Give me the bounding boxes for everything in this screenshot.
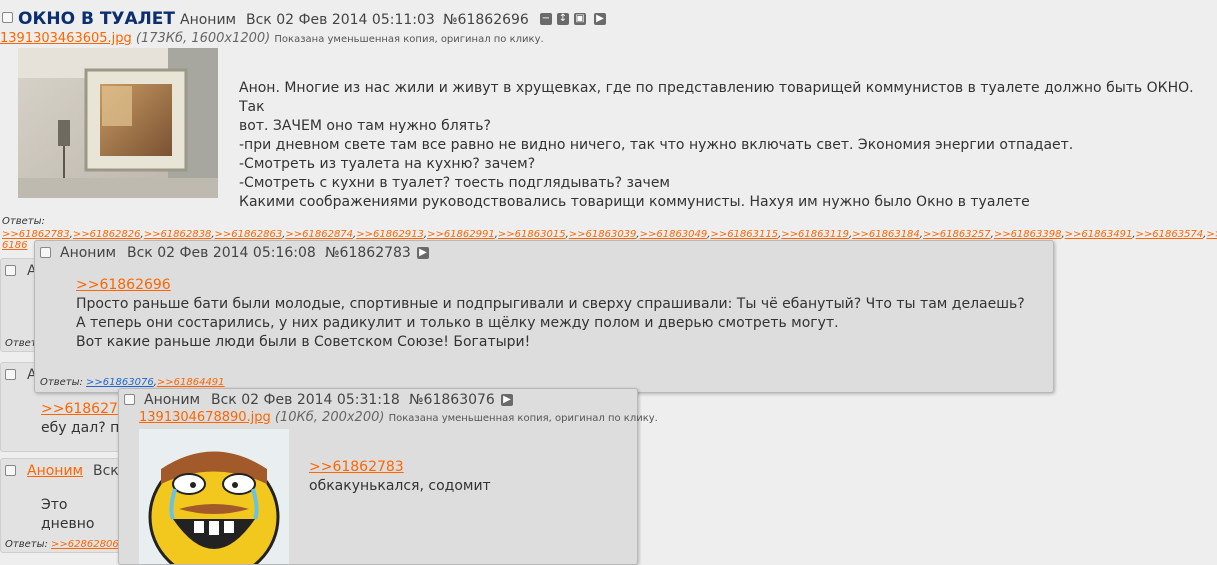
op-file-link[interactable]: 1391303463605.jpg xyxy=(0,31,132,46)
popup-date: Вск 02 Фев 2014 05:31:18 xyxy=(211,392,400,408)
reply-link[interactable]: >>61863119 xyxy=(781,229,849,240)
popup-thumb-note: Показана уменьшенная копия, оригинал по … xyxy=(388,413,658,424)
reply-link[interactable]: >>61863076 xyxy=(86,377,154,388)
post-replies: Ответы: >>62862806 xyxy=(5,539,119,550)
post-replies-label: Ответы: xyxy=(5,539,48,550)
popup-line: Просто раньше бати были молодые, спортив… xyxy=(76,296,1025,312)
popup-thumbnail[interactable] xyxy=(139,429,289,564)
quote-link[interactable]: >>618627 xyxy=(41,401,118,417)
reply-link[interactable]: >>61863049 xyxy=(640,229,708,240)
op-thumb-note: Показана уменьшенная копия, оригинал по … xyxy=(274,34,544,45)
op-line: -при дневном свете там все равно не видн… xyxy=(239,137,1074,153)
popup-replies-label: Ответы: xyxy=(40,377,83,388)
popup-post-number[interactable]: №61863076 xyxy=(409,392,495,408)
op-line: Какими соображениями руководствовались т… xyxy=(239,194,1030,210)
popup-line: Вот какие раньше люди были в Советском С… xyxy=(76,334,531,350)
popup-replies: Ответы: >>61863076,>>61864491 xyxy=(40,377,225,388)
op-replies-wrap[interactable]: 6186 xyxy=(2,240,27,251)
popup-author: Аноним xyxy=(144,392,201,408)
op-thumbnail[interactable] xyxy=(18,48,218,198)
reply-link[interactable]: >>61862838 xyxy=(144,229,212,240)
post-text: ебу дал? п xyxy=(41,420,120,436)
minus-icon[interactable]: − xyxy=(540,13,552,25)
post-replies-label: Ответ xyxy=(5,338,37,349)
popup-message: Просто раньше бати были молодые, спортив… xyxy=(76,295,1046,352)
op-line: -Смотреть из туалета на кухню? зачем? xyxy=(239,156,536,172)
reply-link[interactable]: >>62862806 xyxy=(51,539,119,550)
reply-link[interactable]: >>61863491 xyxy=(1065,229,1133,240)
reply-link[interactable]: >>61862826 xyxy=(73,229,141,240)
reply-link[interactable]: >>61863015 xyxy=(498,229,566,240)
quote-link[interactable]: >>61862783 xyxy=(309,459,404,475)
quote-link[interactable]: >>61862696 xyxy=(76,277,171,293)
post-author[interactable]: Аноним xyxy=(27,463,83,479)
popup-checkbox[interactable] xyxy=(124,394,135,405)
image-icon[interactable]: ▣ xyxy=(574,13,586,25)
play-icon[interactable]: ▶ xyxy=(501,394,513,406)
op-message: Анон. Многие из нас жили и живут в хруще… xyxy=(239,79,1214,212)
reply-link[interactable]: >>61862783 xyxy=(2,229,70,240)
post-checkbox[interactable] xyxy=(5,465,16,476)
reply-link[interactable]: >>61864491 xyxy=(157,377,225,388)
reply-link[interactable]: >>61863574 xyxy=(1136,229,1204,240)
popup-post-number[interactable]: №61862783 xyxy=(325,245,411,261)
reply-link[interactable]: >>61862913 xyxy=(356,229,424,240)
reply-popup-61863076: Аноним Вск 02 Фев 2014 05:31:18 №6186307… xyxy=(118,388,658,565)
popup-file-link[interactable]: 1391304678890.jpg xyxy=(139,410,271,425)
op-replies-label: Ответы: xyxy=(2,216,45,227)
popup-text: обкакунькался, содомит xyxy=(309,478,491,494)
popup-file-info: (10Кб, 200x200) xyxy=(274,410,385,425)
post-text: Это дневно xyxy=(41,497,95,532)
play-icon[interactable]: ▶ xyxy=(594,13,606,25)
op-line: Анон. Многие из нас жили и живут в хруще… xyxy=(239,80,1194,115)
reply-link[interactable]: >>61863257 xyxy=(923,229,991,240)
post-date: Вск xyxy=(93,463,119,479)
reply-link[interactable]: >>61863039 xyxy=(569,229,637,240)
popup-checkbox[interactable] xyxy=(40,247,51,258)
reply-popup-61862783: Аноним Вск 02 Фев 2014 05:16:08 №6186278… xyxy=(34,240,1054,393)
op-line: вот. ЗАЧЕМ оно там нужно блять? xyxy=(239,118,491,134)
popup-date: Вск 02 Фев 2014 05:16:08 xyxy=(127,245,316,261)
reply-link[interactable]: >>61862991 xyxy=(427,229,495,240)
expand-icon[interactable]: ↕ xyxy=(557,13,569,25)
reply-link[interactable]: 6186 xyxy=(2,240,27,251)
reply-link[interactable]: >>61863398 xyxy=(994,229,1062,240)
reply-link[interactable]: >>61863184 xyxy=(852,229,920,240)
op-author: Аноним xyxy=(180,12,237,28)
popup-file-info-row: 1391304678890.jpg (10Кб, 200x200) Показа… xyxy=(139,410,658,425)
op-date: Вск 02 Фев 2014 05:11:03 xyxy=(246,12,435,28)
op-checkbox[interactable] xyxy=(2,12,13,23)
post-checkbox[interactable] xyxy=(5,265,16,276)
reply-link[interactable]: >>61863115 xyxy=(710,229,778,240)
popup-author: Аноним xyxy=(60,245,117,261)
op-line: -Смотреть с кухни в туалет? тоесть подгл… xyxy=(239,175,670,191)
op-file-info: (173Кб, 1600x1200) xyxy=(135,31,271,46)
reply-link[interactable]: >>61862874 xyxy=(285,229,353,240)
thread-title: ОКНО В ТУАЛЕТ xyxy=(18,9,176,29)
reply-link[interactable]: >>6186363 xyxy=(1206,229,1217,240)
popup-line: А теперь они состарились, у них радикули… xyxy=(76,315,839,331)
post-checkbox[interactable] xyxy=(5,369,16,380)
op-post-number[interactable]: №61862696 xyxy=(443,12,529,28)
reply-link[interactable]: >>61862863 xyxy=(215,229,283,240)
play-icon[interactable]: ▶ xyxy=(417,247,429,259)
hidden-post-3: Аноним Вск Это дневно Ответы: >>62862806 xyxy=(0,458,124,553)
op-replies-list: >>61862783,>>61862826,>>61862838,>>61862… xyxy=(2,229,1217,240)
